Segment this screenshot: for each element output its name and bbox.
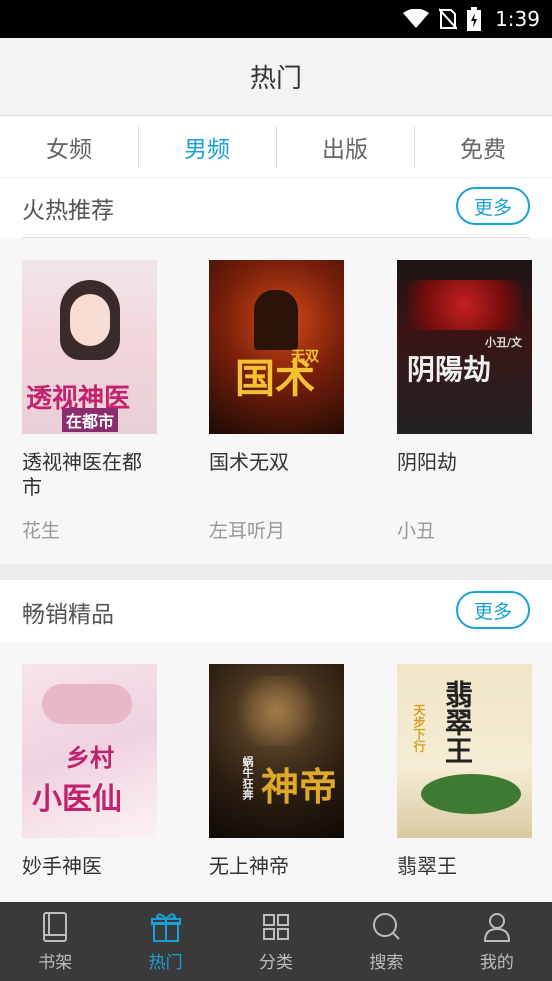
book-cover[interactable]: 透视神医 在都市 <box>22 260 157 434</box>
book-title: 阴阳劫 <box>397 450 457 474</box>
book-card[interactable]: 阴陽劫 小丑/文 阴阳劫 小丑 <box>397 260 532 542</box>
more-button[interactable]: 更多 <box>456 591 530 629</box>
book-cover[interactable]: 神帝 蜗牛狂奔 <box>209 664 344 838</box>
more-button[interactable]: 更多 <box>456 187 530 225</box>
book-cover[interactable]: 阴陽劫 小丑/文 <box>397 260 532 434</box>
wifi-icon <box>403 9 430 28</box>
book-cover[interactable]: 乡村 小医仙 <box>22 664 157 838</box>
gift-icon <box>150 912 181 942</box>
section-gap <box>0 564 552 580</box>
section-hot-books: 透视神医 在都市 透视神医在都市 花生 国术 无双 国术无双 左耳听月 阴陽劫 … <box>0 238 552 564</box>
section-bestseller-header: 畅销精品 更多 <box>0 582 552 642</box>
battery-charging-icon <box>467 7 482 31</box>
book-title: 国术无双 <box>209 450 289 474</box>
status-bar: 1:39 <box>0 0 552 38</box>
grid-icon <box>263 913 290 940</box>
cover-title: 翡翠王 <box>441 680 474 764</box>
bookshelf-icon <box>43 911 68 942</box>
cover-subtitle: 小医仙 <box>32 782 122 817</box>
cover-title: 乡村 <box>66 743 114 772</box>
book-title: 翡翠王 <box>397 854 457 878</box>
tab-male[interactable]: 男频 <box>138 116 276 177</box>
tab-publish[interactable]: 出版 <box>276 116 414 177</box>
nav-item-hot[interactable]: 热门 <box>110 902 220 981</box>
book-title: 无上神帝 <box>209 854 289 878</box>
nav-item-category[interactable]: 分类 <box>221 902 331 981</box>
cover-subtitle: 小丑/文 <box>485 336 523 349</box>
section-title: 畅销精品 <box>22 602 114 628</box>
no-sim-icon <box>439 8 458 30</box>
nav-item-search[interactable]: 搜索 <box>331 902 441 981</box>
book-card[interactable]: 透视神医 在都市 透视神医在都市 花生 <box>22 260 157 542</box>
book-card[interactable]: 神帝 蜗牛狂奔 无上神帝 <box>209 664 344 879</box>
book-card[interactable]: 翡翠王 天步下行 翡翠王 <box>397 664 532 879</box>
cover-subtitle: 蜗牛狂奔 <box>241 756 254 800</box>
cover-subtitle: 无双 <box>291 349 319 365</box>
tab-female[interactable]: 女频 <box>0 116 138 177</box>
cover-subtitle: 天步下行 <box>412 704 426 752</box>
nav-label: 书架 <box>38 952 73 973</box>
book-card[interactable]: 乡村 小医仙 妙手神医 <box>22 664 157 879</box>
category-tabs: 女频 男频 出版 免费 <box>0 116 552 178</box>
section-title: 火热推荐 <box>22 198 114 224</box>
book-cover[interactable]: 国术 无双 <box>209 260 344 434</box>
book-author: 花生 <box>22 520 61 542</box>
nav-item-bookshelf[interactable]: 书架 <box>0 902 110 981</box>
user-icon <box>483 912 510 942</box>
book-card[interactable]: 国术 无双 国术无双 左耳听月 <box>209 260 344 542</box>
nav-label: 搜索 <box>369 952 404 973</box>
nav-label: 我的 <box>479 952 514 973</box>
section-bestseller-books: 乡村 小医仙 妙手神医 神帝 蜗牛狂奔 无上神帝 翡翠王 天步下行 翡翠王 <box>0 642 552 902</box>
cover-title: 神帝 <box>261 764 338 809</box>
book-cover[interactable]: 翡翠王 天步下行 <box>397 664 532 838</box>
nav-item-mine[interactable]: 我的 <box>442 902 552 981</box>
book-title: 妙手神医 <box>22 854 102 878</box>
search-icon <box>373 912 401 940</box>
book-author: 左耳听月 <box>209 520 286 542</box>
nav-label: 分类 <box>259 952 294 973</box>
status-time: 1:39 <box>495 7 540 31</box>
cover-subtitle: 在都市 <box>62 408 119 432</box>
nav-label: 热门 <box>148 952 183 973</box>
bottom-nav: 书架 热门 分类 搜索 我的 <box>0 902 552 981</box>
page-title: 热门 <box>249 64 302 94</box>
book-author: 小丑 <box>397 520 436 542</box>
section-hot-header: 火热推荐 更多 <box>0 178 552 238</box>
cover-title: 阴陽劫 <box>407 353 492 386</box>
title-bar: 热门 <box>0 38 552 116</box>
tab-free[interactable]: 免费 <box>414 116 552 177</box>
book-title: 透视神医在都市 <box>22 450 142 499</box>
